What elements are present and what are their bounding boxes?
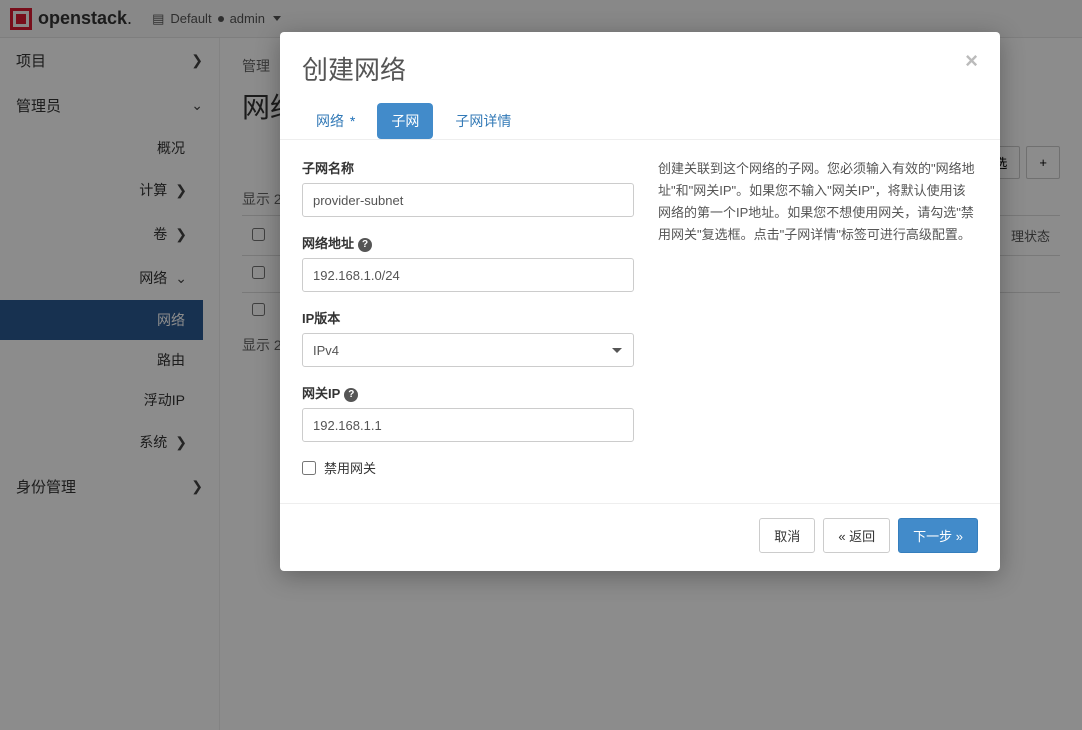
disable-gateway-label: 禁用网关 [324,458,376,477]
modal-title: 创建网络 [302,50,406,87]
next-button[interactable]: 下一步 » [898,518,978,553]
subnet-name-label: 子网名称 [302,158,634,177]
modal-tabs: 网络 * 子网 子网详情 [280,103,1000,140]
gateway-ip-label: 网关IP? [302,383,634,402]
tab-subnet-detail[interactable]: 子网详情 [441,103,525,139]
ip-version-select[interactable]: IPv4 [302,333,634,367]
tab-network[interactable]: 网络 * [302,103,369,139]
help-text: 创建关联到这个网络的子网。您必须输入有效的"网络地址"和"网关IP"。如果您不输… [658,158,978,493]
close-icon[interactable]: × [965,50,978,72]
help-icon[interactable]: ? [358,238,372,252]
cancel-button[interactable]: 取消 [759,518,815,553]
disable-gateway-checkbox[interactable] [302,461,316,475]
back-button[interactable]: « 返回 [823,518,890,553]
tab-subnet[interactable]: 子网 [377,103,433,139]
create-network-modal: 创建网络 × 网络 * 子网 子网详情 子网名称 网络地址? IP版本 IPv4 [280,32,1000,571]
network-address-input[interactable] [302,258,634,292]
required-asterisk-icon: * [346,113,355,129]
help-icon[interactable]: ? [344,388,358,402]
gateway-ip-input[interactable] [302,408,634,442]
subnet-name-input[interactable] [302,183,634,217]
tab-label: 网络 [316,113,344,129]
ip-version-label: IP版本 [302,308,634,327]
network-address-label: 网络地址? [302,233,634,252]
